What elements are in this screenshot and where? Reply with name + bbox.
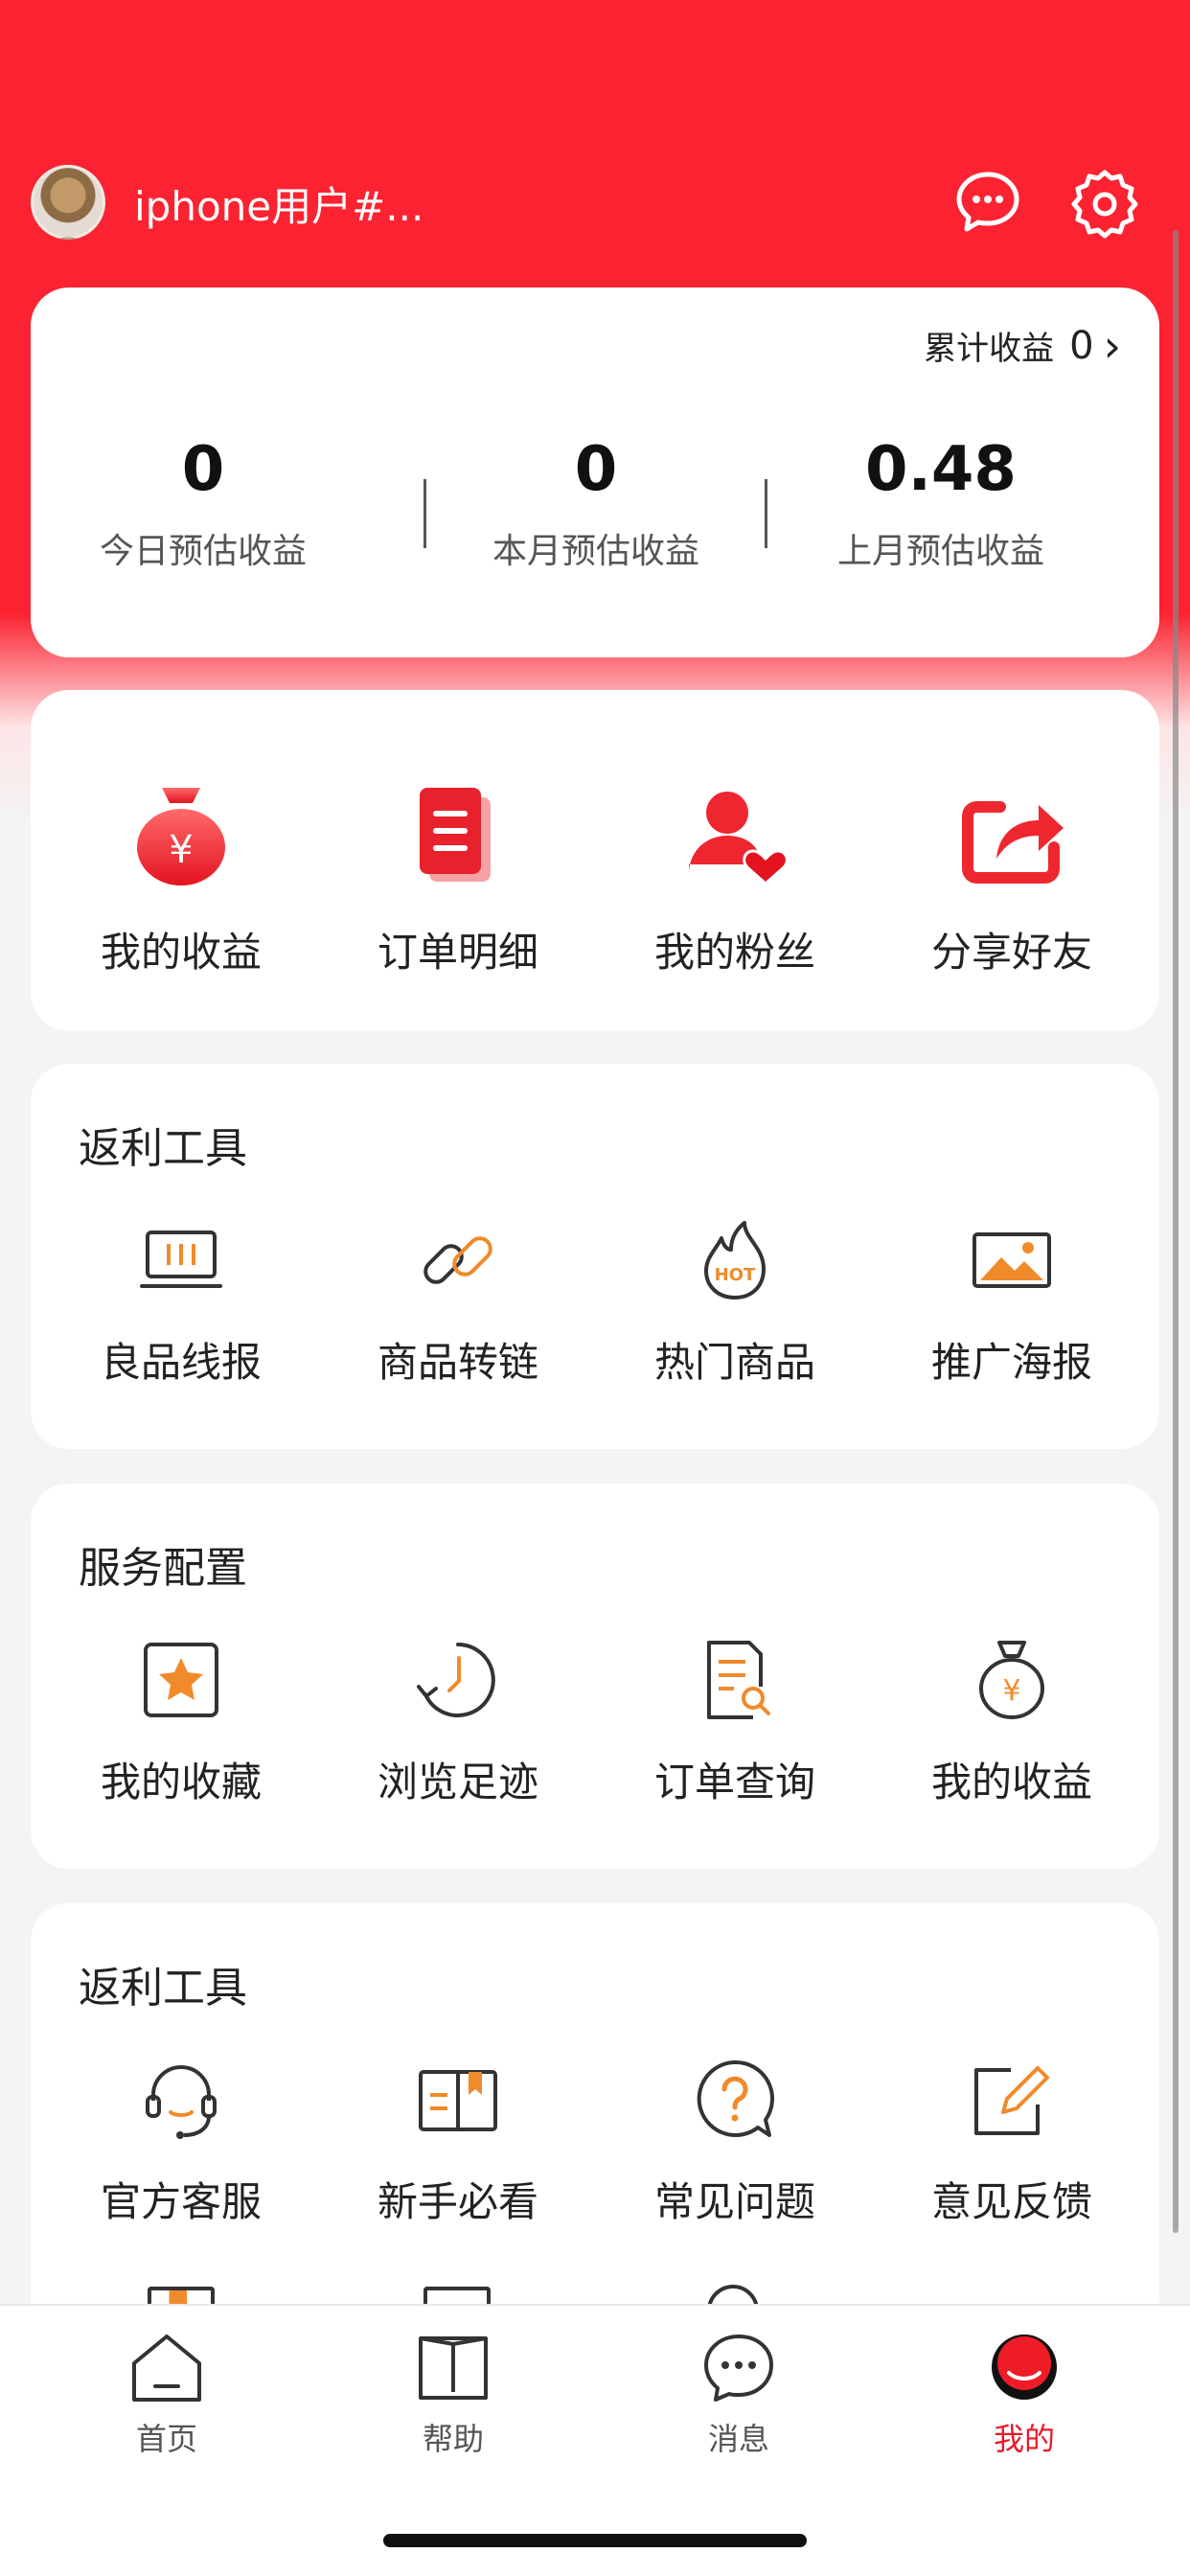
quick-my-fans[interactable]: 我的粉丝 [610, 778, 859, 978]
money-bag-icon: ¥ [124, 778, 239, 893]
tool-good-deals[interactable]: 良品线报 [57, 1217, 306, 1389]
stat-label: 今日预估收益 [99, 532, 307, 571]
edit-icon [969, 2057, 1055, 2143]
tab-profile[interactable]: 我的 [948, 2329, 1101, 2459]
home-icon [128, 2329, 205, 2405]
divider [765, 479, 767, 548]
total-earnings-value: 0 [1069, 323, 1094, 368]
tool-order-lookup[interactable]: 订单查询 [610, 1637, 859, 1808]
tool-customer-service[interactable]: 官方客服 [57, 2057, 306, 2228]
stat-value: 0 [574, 434, 618, 505]
tool-beginner-guide[interactable]: 新手必看 [333, 2057, 583, 2228]
username[interactable]: iphone用户#... [134, 174, 423, 233]
money-bag-outline-icon: ¥ [969, 1637, 1055, 1723]
tool-label: 我的收藏 [100, 1759, 262, 1806]
quick-label: 订单明细 [377, 929, 538, 976]
rebate-tools-card: 返利工具 良品线报 商品转链 HOT 热门商品 推广海报 [31, 1064, 1159, 1449]
tab-messages[interactable]: 消息 [662, 2329, 815, 2459]
total-earnings-label: 累计收益 [924, 330, 1055, 368]
avatar[interactable] [31, 165, 105, 240]
picture-icon [969, 1217, 1055, 1303]
stat-value: 0.48 [865, 434, 1017, 505]
quick-order-details[interactable]: 订单明细 [333, 778, 583, 978]
tool-label: 我的收益 [930, 1759, 1092, 1806]
quick-my-earnings[interactable]: ¥ 我的收益 [57, 778, 306, 978]
section-title: 返利工具 [79, 1124, 247, 1173]
tool-label: 订单查询 [653, 1759, 815, 1806]
stat-label: 本月预估收益 [492, 532, 699, 571]
home-indicator [383, 2534, 807, 2547]
quick-label: 我的收益 [100, 929, 262, 976]
tool-label: 浏览足迹 [377, 1759, 538, 1806]
headset-icon [138, 2057, 224, 2143]
tool-label: 新手必看 [377, 2178, 538, 2225]
link-icon [415, 1217, 501, 1303]
tool-faq[interactable]: 常见问题 [610, 2057, 859, 2228]
tool-label: 推广海报 [930, 1339, 1092, 1386]
stat-last-month[interactable]: 0.48 上月预估收益 [768, 431, 1113, 573]
book-tab-icon [415, 2329, 492, 2405]
message-tab-icon [700, 2329, 777, 2405]
tool-history[interactable]: 浏览足迹 [333, 1637, 583, 1808]
tool-my-earnings[interactable]: ¥ 我的收益 [887, 1637, 1136, 1808]
tool-link-convert[interactable]: 商品转链 [333, 1217, 583, 1389]
gear-icon[interactable] [1065, 163, 1144, 242]
chat-bubble-icon[interactable] [949, 163, 1027, 242]
tool-label: 商品转链 [377, 1339, 538, 1386]
history-icon [415, 1637, 501, 1723]
svg-text:¥: ¥ [1002, 1674, 1020, 1708]
tab-label: 首页 [135, 2421, 197, 2457]
question-bubble-icon [692, 2057, 778, 2143]
quick-share[interactable]: 分享好友 [887, 778, 1136, 978]
share-icon [954, 778, 1069, 893]
profile-tab-icon [986, 2329, 1063, 2405]
stat-value: 0 [181, 434, 225, 505]
quick-actions-card: ¥ 我的收益 订单明细 我的粉丝 分享好友 [31, 690, 1159, 1031]
service-config-card: 服务配置 我的收藏 浏览足迹 订单查询 ¥ 我的收益 [31, 1484, 1159, 1869]
chevron-right-icon: › [1103, 319, 1121, 372]
clipboard-icon [400, 778, 515, 893]
earnings-card: 累计收益 0 › 0 今日预估收益 0 本月预估收益 0.48 上月预估收益 [31, 288, 1159, 657]
quick-label: 我的粉丝 [653, 929, 815, 976]
tool-feedback[interactable]: 意见反馈 [887, 2057, 1136, 2228]
svg-text:¥: ¥ [169, 828, 193, 872]
star-box-icon [138, 1637, 224, 1723]
stat-month[interactable]: 0 本月预估收益 [423, 431, 768, 573]
document-search-icon [692, 1637, 778, 1723]
tab-label: 帮助 [422, 2421, 484, 2457]
tool-promo-poster[interactable]: 推广海报 [887, 1217, 1136, 1389]
tab-label: 我的 [993, 2421, 1055, 2457]
user-heart-icon [677, 778, 792, 893]
tool-label: 意见反馈 [930, 2178, 1092, 2225]
scrollbar[interactable] [1173, 230, 1179, 2233]
tool-label: 官方客服 [100, 2178, 262, 2225]
total-earnings[interactable]: 累计收益 0 › [924, 322, 1121, 369]
stat-today[interactable]: 0 今日预估收益 [31, 431, 376, 573]
book-icon [415, 2057, 501, 2143]
hot-flame-icon: HOT [692, 1217, 778, 1303]
section-title: 服务配置 [79, 1544, 247, 1593]
tool-hot-products[interactable]: HOT 热门商品 [610, 1217, 859, 1389]
tool-label: 良品线报 [100, 1339, 262, 1386]
profile-header: iphone用户#... [31, 163, 1161, 242]
svg-text:HOT: HOT [715, 1265, 756, 1285]
quick-label: 分享好友 [930, 929, 1092, 976]
tool-favorites[interactable]: 我的收藏 [57, 1637, 306, 1808]
tab-home[interactable]: 首页 [90, 2329, 243, 2459]
section-title: 返利工具 [79, 1964, 247, 2012]
tab-label: 消息 [707, 2421, 769, 2457]
monitor-icon [138, 1217, 224, 1303]
tool-label: 热门商品 [653, 1339, 815, 1386]
stat-label: 上月预估收益 [836, 532, 1044, 571]
tool-label: 常见问题 [653, 2178, 815, 2225]
tab-help[interactable]: 帮助 [377, 2329, 530, 2459]
